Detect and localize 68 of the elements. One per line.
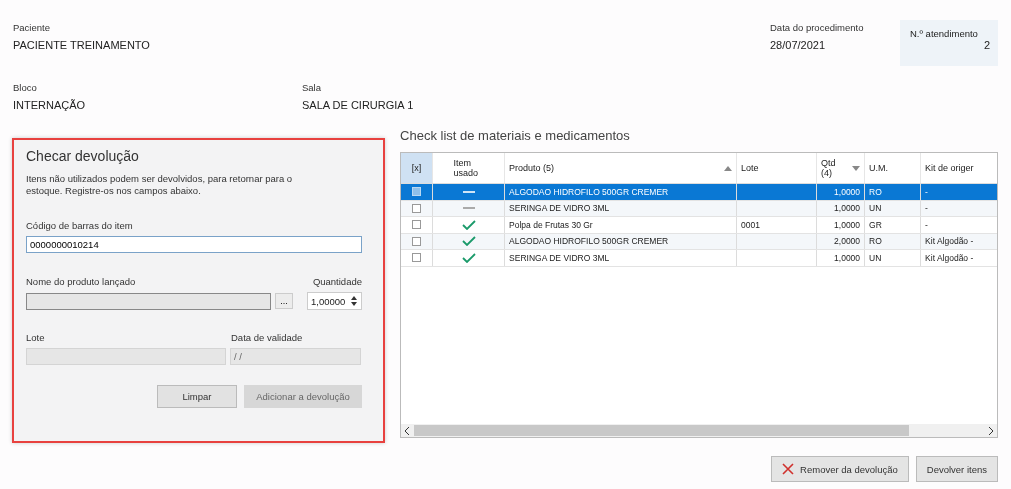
table-row[interactable]: ALGODAO HIDROFILO 500GR CREMER 1,0000 RO - xyxy=(401,184,997,201)
table-cell: 0001 xyxy=(737,217,818,233)
table-cell: 2,0000 xyxy=(817,233,866,249)
barcode-field[interactable]: 0000000010214 xyxy=(26,236,362,253)
table-cell-text: Kit Algodão - xyxy=(924,251,975,265)
room-label: Sala xyxy=(302,82,322,93)
sort-arrow-icon xyxy=(724,165,733,171)
table-cell: Polpa de Frutas 30 Gr xyxy=(505,217,738,233)
expiry-label: Data de validade xyxy=(231,332,303,343)
table-cell: 1,0000 xyxy=(817,200,866,216)
table-cell: SERINGA DE VIDRO 3ML xyxy=(505,200,738,216)
table-cell-text: Kit Algodão - xyxy=(924,235,975,249)
column-header[interactable]: Kit de origer xyxy=(921,153,982,183)
procedure-date: 28/07/2021 xyxy=(770,39,827,51)
table-cell-text: - xyxy=(924,218,929,232)
patient-label: Paciente xyxy=(13,22,51,33)
row-checkbox[interactable] xyxy=(412,187,422,197)
table-cell: RO xyxy=(865,184,922,200)
row-checkbox[interactable] xyxy=(412,236,422,246)
action-button[interactable]: Remover da devolução xyxy=(771,456,909,482)
table-cell: UN xyxy=(865,200,922,216)
close-icon xyxy=(782,463,795,475)
action-button[interactable]: Devolver itens xyxy=(915,456,998,482)
barcode-label: Código de barras do item xyxy=(26,220,134,231)
table-cell: 1,0000 xyxy=(817,250,866,266)
table-cell-text: - xyxy=(924,202,929,216)
block-label: Bloco xyxy=(13,82,38,93)
column-header[interactable]: U.M. xyxy=(865,153,922,183)
scroll-right-icon[interactable] xyxy=(988,426,994,435)
horizontal-scrollbar[interactable] xyxy=(401,424,997,437)
column-header[interactable]: Produto (5) xyxy=(505,153,738,183)
room-value: SALA DE CIRURGIA 1 xyxy=(302,99,414,111)
batch-label: Lote xyxy=(26,332,46,343)
patient-name: PACIENTE TREINAMENTO xyxy=(13,39,151,51)
block-value: INTERNAÇÃO xyxy=(13,99,87,111)
attendance-label: N.º atendimento xyxy=(910,28,979,39)
scroll-left-icon[interactable] xyxy=(404,426,411,435)
browse-button[interactable]: ... xyxy=(275,293,293,309)
panel-description: Itens não utilizados podem ser devolvidos, para retornar para o estoque. Registre-os nos campos abaixo. xyxy=(26,173,294,197)
form-button[interactable]: Limpar xyxy=(157,385,237,408)
table-cell-text: - xyxy=(924,185,929,199)
table-cell: 1,0000 xyxy=(817,184,866,200)
column-header[interactable]: [x] xyxy=(401,153,434,183)
column-header[interactable]: Item usado xyxy=(433,153,506,183)
sort-arrow-icon xyxy=(852,165,861,171)
row-checkbox[interactable] xyxy=(412,220,422,230)
table-row[interactable]: SERINGA DE VIDRO 3ML 1,0000 UN Kit Algodão - xyxy=(401,250,997,267)
table-cell: UN xyxy=(865,250,922,266)
table-cell: RO xyxy=(865,233,922,249)
quantity-spinner[interactable]: 1,00000 xyxy=(307,292,362,310)
procedure-date-label: Data do procedimento xyxy=(770,22,865,33)
table-cell: GR xyxy=(865,217,922,233)
table-cell: 1,0000 xyxy=(817,217,866,233)
attendance-number: 2 xyxy=(982,39,990,51)
table-cell: SERINGA DE VIDRO 3ML xyxy=(505,250,738,266)
spin-arrows-icon[interactable] xyxy=(349,294,359,308)
product-name-label: Nome do produto lançado xyxy=(26,276,136,287)
row-checkbox[interactable] xyxy=(412,203,422,213)
row-checkbox[interactable] xyxy=(412,253,422,263)
table-cell: ALGODAO HIDROFILO 500GR CREMER xyxy=(505,233,738,249)
panel-title: Checar devolução xyxy=(26,148,140,164)
column-header[interactable]: Lote xyxy=(737,153,818,183)
table-cell: ALGODAO HIDROFILO 500GR CREMER xyxy=(505,184,738,200)
checklist-title: Check list de materiais e medicamentos xyxy=(400,128,631,143)
table-row[interactable]: Polpa de Frutas 30 Gr 0001 1,0000 GR - xyxy=(401,217,997,234)
column-header[interactable]: Qtd (4) xyxy=(817,153,866,183)
expiry-field[interactable]: / / xyxy=(230,348,361,365)
quantity-label: Quantidade xyxy=(312,276,362,287)
